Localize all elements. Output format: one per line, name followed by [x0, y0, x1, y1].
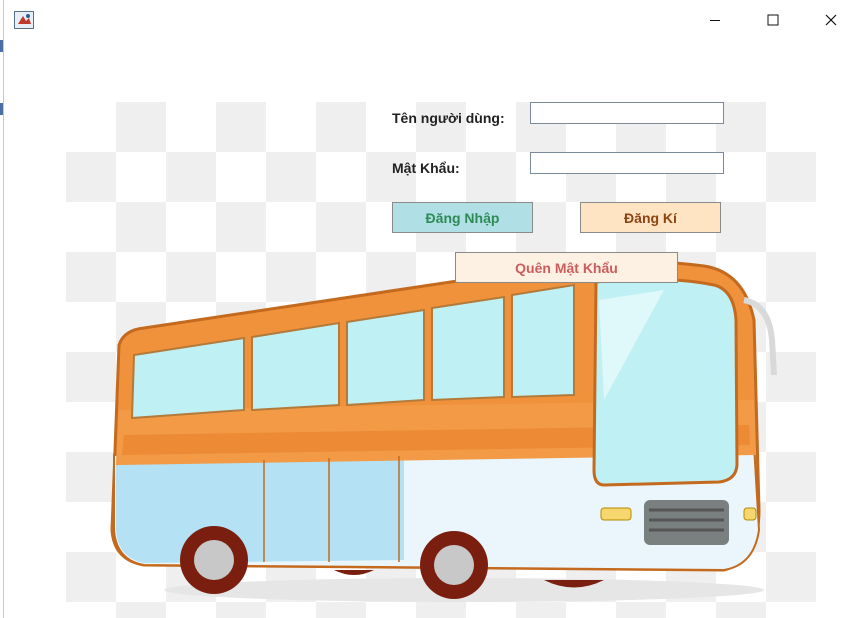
username-label: Tên người dùng: — [392, 110, 505, 126]
minimize-button[interactable] — [686, 0, 744, 40]
login-window: Tên người dùng: Mật Khẩu: Đăng Nhập Đăng… — [3, 0, 862, 618]
java-app-icon[interactable] — [14, 11, 34, 29]
login-button[interactable]: Đăng Nhập — [392, 202, 533, 233]
password-input[interactable] — [530, 152, 724, 174]
forgot-password-button[interactable]: Quên Mật Khẩu — [455, 252, 678, 283]
title-bar[interactable] — [4, 0, 862, 40]
maximize-button[interactable] — [744, 0, 802, 40]
register-button[interactable]: Đăng Kí — [580, 202, 721, 233]
maximize-icon — [767, 14, 779, 26]
password-label: Mật Khẩu: — [392, 160, 460, 176]
close-icon — [825, 14, 837, 26]
minimize-icon — [710, 20, 720, 21]
username-input[interactable] — [530, 102, 724, 124]
close-button[interactable] — [802, 0, 860, 40]
bus-illustration — [110, 260, 777, 602]
content-pane: Tên người dùng: Mật Khẩu: Đăng Nhập Đăng… — [4, 40, 862, 618]
